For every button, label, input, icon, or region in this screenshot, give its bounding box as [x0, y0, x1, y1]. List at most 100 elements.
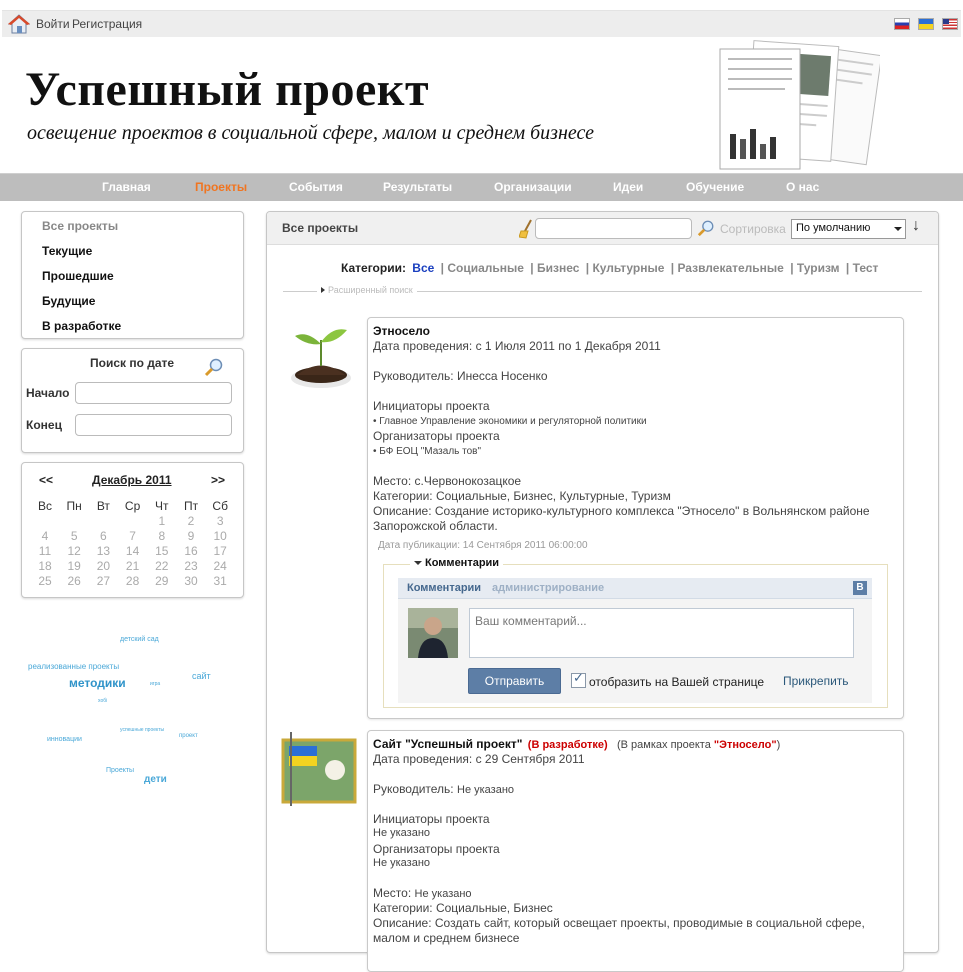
menu-past[interactable]: Прошедшие	[42, 269, 114, 283]
category-cultural[interactable]: | Культурные	[586, 261, 665, 275]
nav-organizations[interactable]: Организации	[494, 180, 572, 194]
tag-link[interactable]: успешные проекты	[120, 727, 164, 733]
categories-bar: Категории: Все | Социальные | Бизнес | К…	[341, 261, 878, 275]
calendar-day[interactable]: 7	[119, 529, 147, 543]
project-title[interactable]: Этносело	[373, 324, 430, 338]
calendar-day[interactable]: 26	[60, 574, 88, 588]
nav-home[interactable]: Главная	[102, 180, 151, 194]
tag-link[interactable]: дети	[144, 774, 167, 785]
calendar-day[interactable]: 2	[177, 514, 205, 528]
search-icon[interactable]	[204, 357, 224, 377]
calendar-day[interactable]: 14	[119, 544, 147, 558]
project-description: Описание: Создать сайт, который освещает…	[373, 916, 865, 930]
project-thumbnail-plant[interactable]	[289, 320, 353, 390]
project-search-input[interactable]	[535, 218, 692, 239]
calendar-day[interactable]: 22	[148, 559, 176, 573]
attach-link[interactable]: Прикрепить	[783, 674, 849, 688]
category-business[interactable]: | Бизнес	[530, 261, 579, 275]
end-date-input[interactable]	[75, 414, 232, 436]
project-place: Место: с.Червонокозацкое	[373, 474, 522, 488]
calendar-day[interactable]: 29	[148, 574, 176, 588]
register-link[interactable]: Регистрация	[72, 17, 142, 31]
nav-projects[interactable]: Проекты	[195, 180, 247, 194]
calendar-day[interactable]: 5	[60, 529, 88, 543]
tag-link[interactable]: детский сад	[120, 636, 159, 643]
send-button[interactable]: Отправить	[468, 668, 561, 694]
flag-ru-icon[interactable]	[894, 18, 910, 30]
nav-results[interactable]: Результаты	[383, 180, 452, 194]
sort-select[interactable]: По умолчанию	[791, 219, 906, 239]
calendar-day[interactable]: 6	[89, 529, 117, 543]
tag-link[interactable]: сайт	[192, 671, 211, 681]
category-social[interactable]: | Социальные	[441, 261, 524, 275]
tag-link[interactable]: инновации	[47, 736, 82, 743]
calendar-day[interactable]: 21	[119, 559, 147, 573]
tag-link[interactable]: хобі	[98, 698, 107, 704]
project-place: Место: Не указано	[373, 886, 472, 900]
calendar-next[interactable]: >>	[211, 473, 225, 487]
calendar-month[interactable]: Декабрь 2011	[92, 473, 172, 487]
calendar-day[interactable]: 25	[31, 574, 59, 588]
calendar-day[interactable]: 1	[148, 514, 176, 528]
flag-us-icon[interactable]	[942, 18, 958, 30]
comment-textarea[interactable]: Ваш комментарий...	[469, 608, 854, 658]
calendar-day[interactable]: 18	[31, 559, 59, 573]
nav-events[interactable]: События	[289, 180, 343, 194]
flag-ua-icon[interactable]	[918, 18, 934, 30]
calendar-day[interactable]: 16	[177, 544, 205, 558]
menu-future[interactable]: Будущие	[42, 294, 95, 308]
calendar-day[interactable]: 31	[206, 574, 234, 588]
calendar-day[interactable]: 12	[60, 544, 88, 558]
calendar-day[interactable]: 15	[148, 544, 176, 558]
tag-link[interactable]: игра	[150, 681, 160, 687]
tag-link[interactable]: реализованные проекты	[28, 662, 119, 671]
show-on-page-checkbox[interactable]: ✓	[571, 670, 586, 688]
tag-link[interactable]: проект	[179, 733, 198, 739]
calendar-prev[interactable]: <<	[39, 473, 53, 487]
project-thumbnail-flag[interactable]	[281, 732, 357, 806]
calendar-day[interactable]: 23	[177, 559, 205, 573]
tag-link[interactable]: Проекты	[106, 767, 134, 774]
calendar-day[interactable]: 20	[89, 559, 117, 573]
comments-legend[interactable]: Комментарии	[410, 557, 504, 569]
calendar-day[interactable]: 17	[206, 544, 234, 558]
parent-project-link[interactable]: "Этносело"	[714, 739, 777, 751]
start-date-label: Начало	[26, 386, 70, 400]
vk-admin-link[interactable]: администрирование	[492, 582, 604, 594]
search-icon[interactable]	[697, 219, 715, 237]
start-date-input[interactable]	[75, 382, 232, 404]
home-icon[interactable]	[8, 14, 30, 34]
calendar-day[interactable]: 19	[60, 559, 88, 573]
category-tourism[interactable]: | Туризм	[790, 261, 839, 275]
project-description-cont: малом и среднем бизнесе	[373, 931, 520, 945]
category-entertainment[interactable]: | Развлекательные	[671, 261, 784, 275]
calendar-day[interactable]: 9	[177, 529, 205, 543]
nav-ideas[interactable]: Идеи	[613, 180, 643, 194]
calendar-day[interactable]: 3	[206, 514, 234, 528]
calendar-day[interactable]: 28	[119, 574, 147, 588]
calendar-day[interactable]: 4	[31, 529, 59, 543]
project-status: (В разработке)	[527, 739, 608, 751]
sort-direction-icon[interactable]: ↓	[912, 217, 920, 235]
login-link[interactable]: Войти	[36, 17, 70, 31]
broom-icon[interactable]	[519, 219, 533, 239]
calendar-day[interactable]: 13	[89, 544, 117, 558]
menu-in-development[interactable]: В разработке	[42, 319, 121, 333]
calendar-day[interactable]: 8	[148, 529, 176, 543]
menu-all-projects[interactable]: Все проекты	[42, 219, 118, 233]
project-title[interactable]: Сайт "Успешный проект"	[373, 737, 522, 751]
calendar-day[interactable]: 10	[206, 529, 234, 543]
project-context-prefix: (В рамках проекта	[616, 739, 714, 751]
calendar-day[interactable]: 30	[177, 574, 205, 588]
menu-current[interactable]: Текущие	[42, 244, 92, 258]
category-all[interactable]: Все	[412, 261, 434, 275]
calendar-day[interactable]: 24	[206, 559, 234, 573]
nav-education[interactable]: Обучение	[686, 180, 744, 194]
calendar-day[interactable]: 27	[89, 574, 117, 588]
calendar-day[interactable]: 11	[31, 544, 59, 558]
tag-link[interactable]: методики	[69, 676, 126, 690]
category-test[interactable]: | Тест	[846, 261, 879, 275]
vk-logo-icon[interactable]: B	[853, 581, 867, 595]
advanced-search-toggle[interactable]: Расширенный поиск	[317, 285, 417, 295]
nav-about[interactable]: О нас	[786, 180, 819, 194]
